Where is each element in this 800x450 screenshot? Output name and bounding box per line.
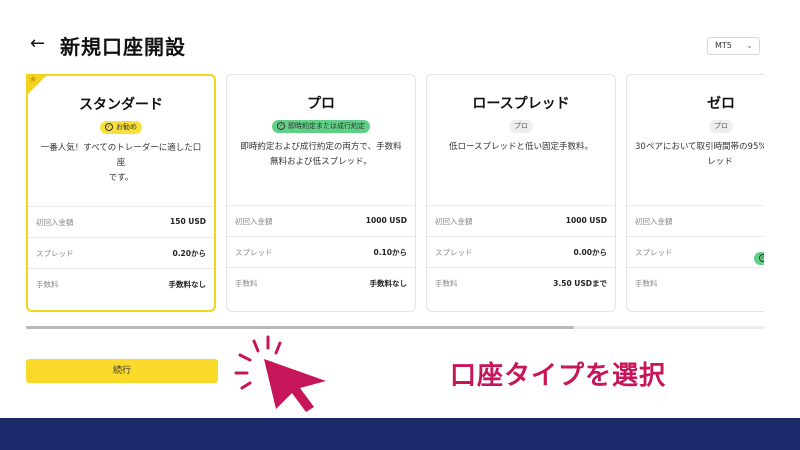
- card-description: 一番人気！すべてのトレーダーに適した口座 です。: [38, 141, 204, 186]
- account-card-standard[interactable]: ★ スタンダード ✓ お勧め 一番人気！すべてのトレーダーに適した口座 です。 初…: [26, 74, 216, 312]
- fastest-badge: ✓最速: [754, 252, 764, 265]
- card-description-line: 無料および低スプレッド。: [270, 157, 372, 167]
- horizontal-scroll-thumb[interactable]: [26, 326, 574, 329]
- card-description-line: 30ペアにおいて取引時間帯の95%: [635, 142, 764, 152]
- spec-label: 初回入金額: [635, 217, 673, 226]
- check-circle-icon: ✓: [105, 123, 113, 131]
- spec-row-deposit: 初回入金額 1000 USD: [227, 205, 415, 236]
- spec-label: 手数料: [36, 280, 59, 289]
- platform-select[interactable]: MT5 ⌄: [707, 37, 760, 55]
- card-description: 低ロースプレッドと低い固定手数料。: [437, 140, 605, 155]
- spec-label: 初回入金額: [435, 217, 473, 226]
- account-card-low-spread[interactable]: ロースプレッド プロ 低ロースプレッドと低い固定手数料。 初回入金額 1000 U…: [426, 74, 616, 312]
- footer-bar: [0, 418, 800, 450]
- badge-label: お勧め: [116, 123, 137, 131]
- spec-value: 1000 USD: [365, 216, 407, 225]
- spec-row-commission: 手数料0.: [627, 267, 764, 298]
- spec-row-commission: 手数料 手数料なし: [227, 267, 415, 298]
- spec-row-commission: 手数料 手数料なし: [28, 268, 214, 299]
- spec-row-deposit: 初回入金額 1000 USD: [427, 205, 615, 236]
- check-circle-icon: ✓: [759, 254, 764, 262]
- execution-badge: ✓ 即時約定または成行約定: [272, 120, 370, 133]
- spec-value: 3.50 USDまで: [553, 279, 607, 288]
- account-card-zero[interactable]: ゼロ プロ 30ペアにおいて取引時間帯の95% レッド 初回入金額 スプレッド ✓…: [626, 74, 764, 312]
- spec-value: 手数料なし: [168, 280, 207, 289]
- spec-label: スプレッド: [435, 248, 473, 257]
- back-arrow-icon[interactable]: ←: [30, 34, 50, 54]
- spec-label: スプレッド: [235, 248, 273, 257]
- card-description-line: です。: [108, 173, 134, 183]
- spec-value: 0.10から: [373, 248, 407, 257]
- spec-label: 初回入金額: [235, 217, 273, 226]
- spec-label: 手数料: [435, 279, 458, 288]
- instruction-caption: 口座タイプを選択: [450, 361, 667, 391]
- spec-row-spread: スプレッド 0.10から: [227, 236, 415, 267]
- recommended-badge: ✓ お勧め: [100, 121, 142, 134]
- spec-value: 手数料なし: [369, 279, 408, 288]
- spec-value: 150 USD: [170, 217, 206, 226]
- card-title: ゼロ: [707, 96, 735, 112]
- spec-row-deposit: 初回入金額 150 USD: [28, 206, 214, 237]
- spec-row-spread: スプレッド 0.00から: [427, 236, 615, 267]
- spec-value: 0.00から: [573, 248, 607, 257]
- card-description-line: 即時約定および成行約定の両方で、手数料: [240, 142, 402, 152]
- check-circle-icon: ✓: [277, 122, 285, 130]
- platform-select-value: MT5: [715, 41, 732, 50]
- page-title: 新規口座開設: [60, 35, 186, 59]
- star-icon: ★: [29, 75, 38, 85]
- spec-row-spread: スプレッド ✓最速: [627, 236, 764, 267]
- spec-label: スプレッド: [635, 248, 673, 257]
- card-description-line: 低ロースプレッドと低い固定手数料。: [448, 142, 594, 152]
- continue-button[interactable]: 続行: [26, 359, 218, 383]
- card-description: 即時約定および成行約定の両方で、手数料 無料および低スプレッド。: [237, 140, 405, 170]
- card-title: プロ: [307, 96, 335, 112]
- category-badge: プロ: [709, 120, 733, 133]
- category-badge: プロ: [509, 120, 533, 133]
- card-specs: 初回入金額 スプレッド ✓最速 手数料0.: [627, 205, 764, 298]
- card-title: ロースプレッド: [472, 96, 570, 112]
- chevron-down-icon: ⌄: [746, 41, 753, 50]
- account-card-pro[interactable]: プロ ✓ 即時約定または成行約定 即時約定および成行約定の両方で、手数料 無料およ…: [226, 74, 416, 312]
- spec-label: 手数料: [235, 279, 258, 288]
- spec-value: 1000 USD: [565, 216, 607, 225]
- card-description: 30ペアにおいて取引時間帯の95% レッド: [635, 140, 764, 170]
- click-cursor-icon: [234, 335, 326, 412]
- card-title: スタンダード: [79, 97, 163, 113]
- spec-label: スプレッド: [36, 249, 74, 258]
- card-description-line: 一番人気！すべてのトレーダーに適した口座: [40, 143, 202, 168]
- card-description-line: レッド: [707, 157, 733, 167]
- spec-row-commission: 手数料 3.50 USDまで: [427, 267, 615, 298]
- spec-row-deposit: 初回入金額: [627, 205, 764, 236]
- spec-row-spread: スプレッド 0.20から: [28, 237, 214, 268]
- account-type-carousel: ★ スタンダード ✓ お勧め 一番人気！すべてのトレーダーに適した口座 です。 初…: [26, 74, 764, 314]
- card-specs: 初回入金額 150 USD スプレッド 0.20から 手数料 手数料なし: [28, 206, 214, 299]
- badge-label: 即時約定または成行約定: [288, 122, 365, 130]
- card-specs: 初回入金額 1000 USD スプレッド 0.00から 手数料 3.50 USDまで: [427, 205, 615, 298]
- card-specs: 初回入金額 1000 USD スプレッド 0.10から 手数料 手数料なし: [227, 205, 415, 298]
- spec-value: 0.20から: [172, 249, 206, 258]
- spec-label: 手数料: [635, 279, 658, 288]
- spec-label: 初回入金額: [36, 218, 74, 227]
